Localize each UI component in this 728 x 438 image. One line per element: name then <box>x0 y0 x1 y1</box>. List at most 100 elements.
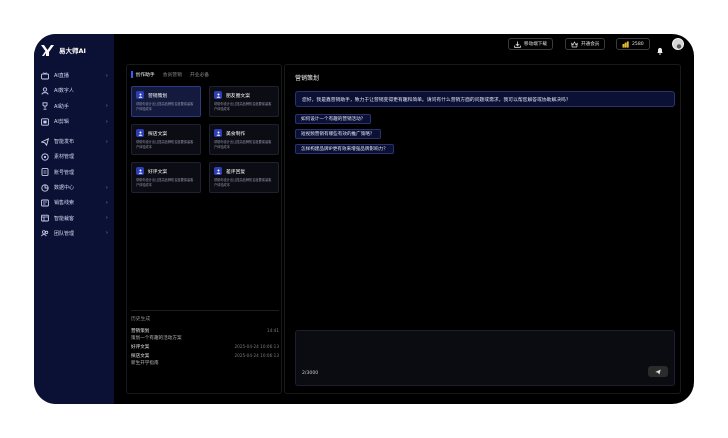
history-item[interactable]: 探店文案 2025-04-24 10:06:13 新生开学指南 <box>131 353 279 366</box>
template-card-positive-review[interactable]: 好评文案 帮助你设计出让提高品牌知名度要保留客户体验成本 <box>131 162 201 193</box>
mobile-download-button[interactable]: 移动端下载 <box>508 38 553 50</box>
live-icon <box>41 71 49 80</box>
sidebar-item-label: 智能发布 <box>54 139 75 146</box>
brand-name: 易大师AI <box>59 47 86 55</box>
brand-logo[interactable]: 易大师AI <box>40 42 86 58</box>
template-card-store-visit-copy[interactable]: 探店文案 帮助你设计出让提高品牌知名度要保留客户体验成本 <box>131 124 201 155</box>
sidebar-item-ai-live[interactable]: AI直播 › <box>34 68 114 83</box>
app-window: 易大师AI AI直播 › AI数字人 AI助手 › AI剪辑 › 智能发布 › … <box>34 34 694 404</box>
template-card-desc: 帮助你设计出让提高品牌知名度要保留客户体验成本 <box>136 102 194 111</box>
chevron-right-icon: › <box>105 72 108 79</box>
sidebar-item-label: 素材管理 <box>54 154 75 161</box>
coin-balance[interactable]: 2580 <box>616 38 650 50</box>
history-item-time: 2025-04-24 10:06:13 <box>234 353 279 358</box>
sidebar-item-label: 智能裁客 <box>54 215 75 222</box>
mobile-download-label: 移动端下载 <box>524 42 547 47</box>
sidebar-item-label: AI数字人 <box>54 88 74 95</box>
history-item[interactable]: 营销策划 14:41 策划一个有趣的活动方案 <box>131 328 279 341</box>
coin-icon <box>622 40 629 48</box>
customer-icon <box>41 214 49 222</box>
logo-icon <box>40 43 55 58</box>
template-card-desc: 帮助你设计出让提高品牌知名度要保留客户体验成本 <box>214 178 272 187</box>
sidebar-item-label: AI剪辑 <box>54 119 69 126</box>
suggestion-chip[interactable]: 短视频营销有哪些有效的推广策略？ <box>295 129 381 139</box>
sidebar-item-team[interactable]: 团队管理 › <box>34 226 114 241</box>
sidebar-nav-group-ai: AI直播 › AI数字人 AI助手 › AI剪辑 › <box>34 68 114 129</box>
divider <box>131 310 279 311</box>
material-icon <box>41 153 49 161</box>
template-card-desc: 帮助你设计出让提高品牌知名度要保留客户体验成本 <box>136 178 194 187</box>
sidebar-item-label: 销售线索 <box>54 200 75 207</box>
coin-count: 2580 <box>632 41 644 47</box>
template-card-moments-copy[interactable]: 朋友圈文案 帮助你设计出让提高品牌知名度要保留客户体验成本 <box>209 86 279 117</box>
template-icon <box>214 129 222 137</box>
team-icon <box>41 229 49 237</box>
template-icon <box>136 167 144 175</box>
history-item-summary: 策划一个有趣的活动方案 <box>131 336 182 341</box>
open-vip-button[interactable]: 开通会员 <box>565 38 606 50</box>
template-card-negative-reply[interactable]: 差评回复 帮助你设计出让提高品牌知名度要保留客户体验成本 <box>209 162 279 193</box>
chevron-right-icon: › <box>105 215 108 222</box>
send-icon <box>41 137 49 146</box>
trophy-icon <box>41 102 49 110</box>
sidebar-item-ai-clip[interactable]: AI剪辑 › <box>34 114 114 129</box>
template-cards: 营销策划 帮助你设计出让提高品牌知名度要保留客户体验成本 朋友圈文案 帮助你设计… <box>131 86 279 193</box>
sidebar: 易大师AI AI直播 › AI数字人 AI助手 › AI剪辑 › 智能发布 › … <box>34 34 114 404</box>
sidebar-item-ai-assistant[interactable]: AI助手 › <box>34 99 114 114</box>
chat-title: 营销策划 <box>295 75 320 82</box>
avatar[interactable] <box>672 38 684 50</box>
assistant-panel: 创作助手 会员营销 开业必备 营销策划 帮助你设计出让提高品牌知名度要保留客户体… <box>126 64 282 394</box>
template-card-title: 好评文案 <box>148 169 168 175</box>
suggestion-chip[interactable]: 如何设计一个有趣的营销活动？ <box>295 114 372 124</box>
bell-icon[interactable] <box>656 40 664 59</box>
account-icon <box>41 168 49 177</box>
active-tab-indicator <box>131 71 133 78</box>
history-section: 历史生成 营销策划 14:41 策划一个有趣的活动方案 好评文案 2025-04… <box>131 310 279 369</box>
clip-icon <box>41 117 49 126</box>
sidebar-item-data-center[interactable]: 数据中心 › <box>34 180 114 195</box>
sidebar-item-sales-leads[interactable]: 销售线索 › <box>34 195 114 210</box>
sidebar-item-ai-digital-human[interactable]: AI数字人 <box>34 83 114 98</box>
history-item-name: 好评文案 <box>131 345 150 350</box>
open-vip-label: 开通会员 <box>581 42 600 47</box>
template-card-food-making[interactable]: 美食制作 帮助你设计出让提高品牌知名度要保留客户体验成本 <box>209 124 279 155</box>
history-item-name: 探店文案 <box>131 354 150 359</box>
template-card-title: 朋友圈文案 <box>226 93 250 99</box>
sidebar-item-smart-customer[interactable]: 智能裁客 › <box>34 210 114 225</box>
chevron-right-icon: › <box>105 138 108 145</box>
template-card-title: 营销策划 <box>148 93 168 99</box>
template-icon <box>214 167 222 175</box>
crown-icon <box>571 40 578 47</box>
template-card-marketing-plan[interactable]: 营销策划 帮助你设计出让提高品牌知名度要保留客户体验成本 <box>131 86 201 117</box>
sidebar-item-smart-publish[interactable]: 智能发布 › <box>34 134 114 149</box>
history-item-name: 营销策划 <box>131 329 150 334</box>
template-card-desc: 帮助你设计出让提高品牌知名度要保留客户体验成本 <box>214 140 272 149</box>
send-button[interactable] <box>648 366 668 377</box>
template-card-title: 探店文案 <box>148 131 168 137</box>
leads-icon <box>41 199 49 207</box>
data-icon <box>41 183 49 192</box>
history-heading: 历史生成 <box>131 317 151 322</box>
chat-panel: 营销策划 您好，我是鑫营销助手，致力于让营销变得更有趣和简单。请问有什么营销方面… <box>284 64 681 394</box>
sidebar-item-label: 数据中心 <box>54 185 75 192</box>
suggestion-chip[interactable]: 怎样构建品牌IP更有效来增强品牌影响力？ <box>295 144 394 154</box>
tab-member-marketing[interactable]: 会员营销 <box>163 71 182 78</box>
tab-opening-essentials[interactable]: 开业必备 <box>190 71 209 78</box>
sidebar-item-label: AI助手 <box>54 103 69 110</box>
sidebar-item-label: 团队管理 <box>54 230 75 237</box>
history-item[interactable]: 好评文案 2025-04-24 10:06:13 <box>131 344 279 350</box>
sidebar-item-account[interactable]: 账号管理 <box>34 165 114 180</box>
sidebar-item-material[interactable]: 素材管理 <box>34 149 114 164</box>
template-icon <box>214 91 222 99</box>
sidebar-item-label: AI直播 <box>54 73 69 80</box>
assistant-greeting-message: 您好，我是鑫营销助手，致力于让营销变得更有趣和简单。请问有什么营销方面的问题或需… <box>295 91 675 107</box>
chevron-right-icon: › <box>105 230 108 237</box>
sidebar-item-label: 账号管理 <box>54 169 75 176</box>
chevron-right-icon: › <box>105 118 108 125</box>
template-card-title: 差评回复 <box>226 169 246 175</box>
template-icon <box>136 129 144 137</box>
message-input[interactable]: 2/3000 <box>295 330 675 386</box>
template-card-desc: 帮助你设计出让提高品牌知名度要保留客户体验成本 <box>214 102 272 111</box>
tab-creation-assistant[interactable]: 创作助手 <box>136 71 155 78</box>
history-item-summary: 新生开学指南 <box>131 361 159 366</box>
